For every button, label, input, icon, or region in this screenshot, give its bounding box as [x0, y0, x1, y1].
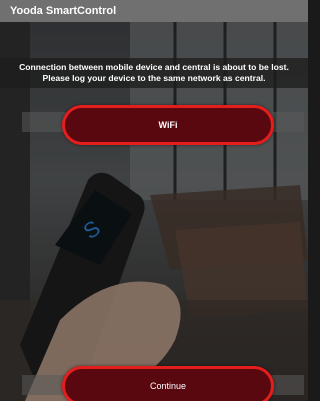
app-screen: S Yooda SmartControl Connection between …: [0, 0, 308, 401]
warning-line-2: Please log your device to the same netwo…: [42, 73, 266, 83]
app-title-bar: Yooda SmartControl: [0, 0, 308, 22]
wifi-button[interactable]: WiFi: [62, 105, 274, 145]
warning-line-1: Connection between mobile device and cen…: [19, 62, 289, 72]
connection-warning: Connection between mobile device and cen…: [0, 58, 308, 88]
continue-button[interactable]: Continue: [62, 366, 274, 401]
